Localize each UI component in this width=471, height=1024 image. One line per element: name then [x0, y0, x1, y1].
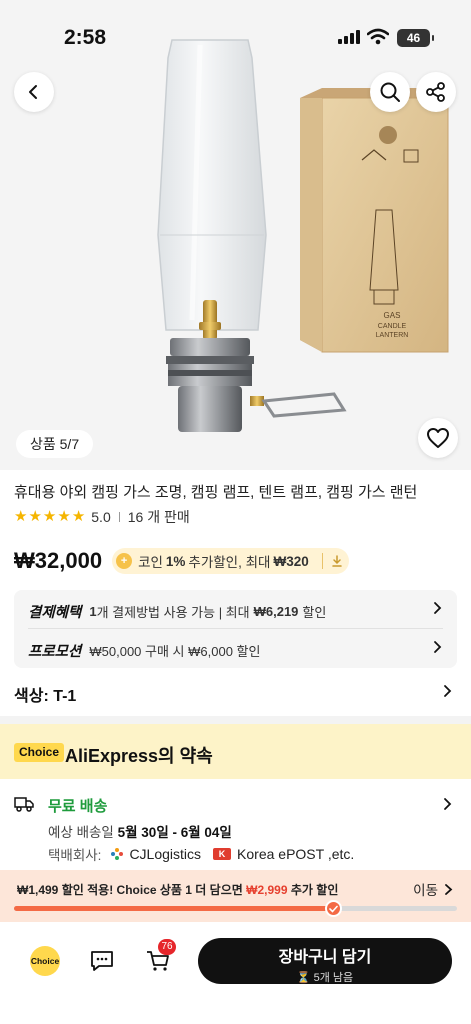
promo-go-label: 이동	[413, 883, 438, 898]
promo-progress-bar[interactable]: ₩1,499 할인 적용! Choice 상품 1 더 담으면 ₩2,999 추…	[0, 870, 471, 922]
promo-condition: Choice 상품 1 더 담으면	[116, 883, 243, 897]
status-bar: 2:58 46	[0, 0, 471, 70]
promo-progress-fill	[14, 906, 333, 911]
rating-value: 5.0	[91, 509, 111, 525]
choice-button[interactable]: Choice	[30, 946, 60, 976]
price: ₩32,000	[14, 548, 103, 573]
payment-benefit-tag: 결제혜택	[28, 605, 82, 621]
stock-remaining: ⏳ 5개 남음	[296, 972, 354, 984]
eta-range: 5월 30일 - 6월 04일	[117, 825, 232, 840]
cj-logo-icon	[111, 848, 124, 860]
choice-badge: Choice	[14, 743, 65, 762]
cellular-signal-icon	[338, 30, 360, 44]
wifi-icon	[367, 28, 389, 45]
eta-label: 예상 배송일	[48, 825, 114, 840]
check-icon	[324, 900, 342, 917]
carrier-2: Korea ePOST ,etc.	[237, 846, 355, 862]
rating-stars: ★ ★ ★ ★ ★	[14, 509, 85, 525]
promo-extra-amount: ₩2,999	[246, 883, 288, 897]
status-time: 2:58	[64, 26, 107, 49]
chevron-right-icon	[444, 798, 452, 810]
coin-percent: 1%	[165, 553, 186, 569]
promotion-tag: 프로모션	[28, 644, 82, 660]
promo-amount: ₩1,499	[17, 883, 59, 897]
add-to-cart-button[interactable]: 장바구니 담기 ⏳ 5개 남음	[198, 938, 452, 984]
chevron-right-icon	[434, 602, 442, 614]
coin-prefix: 코인	[138, 555, 163, 570]
product-title: 휴대용 야외 캠핑 가스 조명, 캠핑 램프, 텐트 램프, 캠핑 가스 랜턴	[14, 484, 418, 501]
battery-icon: 46	[397, 29, 434, 47]
coin-mid: 추가할인, 최대	[188, 555, 271, 570]
variant-label: 색상: T-1	[14, 688, 77, 705]
star-icon: ★	[28, 508, 42, 525]
divider	[118, 512, 120, 522]
shipping-title: 무료 배송	[48, 798, 108, 815]
promotion-row[interactable]: 프로모션 ₩50,000 구매 시 ₩6,000 할인	[28, 640, 443, 661]
svg-text:LANTERN: LANTERN	[376, 332, 409, 339]
download-icon	[331, 555, 342, 567]
promo-text: ₩1,499 할인 적용! Choice 상품 1 더 담으면 ₩2,999 추…	[17, 881, 338, 898]
benefits-box: 결제혜택 1 개 결제방법 사용 가능 | 최대 ₩6,219 할인 프로모션 …	[14, 590, 457, 668]
divider	[321, 553, 323, 569]
heart-icon	[427, 428, 449, 448]
carrier-row: 택배회사: CJLogistics K Korea ePOST ,etc.	[48, 844, 354, 864]
share-button[interactable]	[416, 72, 456, 112]
star-icon: ★	[42, 508, 57, 525]
promo-extra-label: 추가 할인	[290, 883, 339, 897]
star-icon: ★	[14, 508, 28, 525]
promo-go-button[interactable]: 이동	[413, 879, 453, 899]
shipping-eta: 예상 배송일 5월 30일 - 6월 04일	[48, 821, 232, 841]
truck-icon	[14, 797, 34, 812]
search-button[interactable]	[370, 72, 410, 112]
carrier-label: 택배회사:	[48, 848, 102, 863]
carrier-1: CJLogistics	[129, 846, 202, 862]
cart-count-badge: 76	[158, 939, 176, 955]
divider	[28, 628, 443, 629]
add-to-cart-label: 장바구니 담기	[278, 949, 372, 966]
svg-text:CANDLE: CANDLE	[378, 323, 407, 330]
coin-max: ₩320	[273, 553, 309, 569]
promo-progress-track	[14, 900, 457, 917]
rating-row[interactable]: ★ ★ ★ ★ ★ 5.0 16 개 판매	[14, 507, 190, 527]
variant-selector[interactable]: 색상: T-1	[14, 682, 457, 706]
choice-title: AliExpress의 약속	[65, 746, 213, 766]
search-icon	[380, 82, 400, 102]
coin-icon: +	[116, 553, 133, 569]
bottom-action-bar: Choice 76 장바구니 담기 ⏳ 5개 남음	[0, 922, 471, 1024]
promotion-text: ₩50,000 구매 시 ₩6,000 할인	[89, 644, 261, 659]
payment-count: 1	[89, 604, 97, 619]
chat-icon[interactable]	[90, 950, 114, 972]
wishlist-button[interactable]	[418, 418, 458, 458]
chevron-right-icon	[434, 641, 442, 653]
image-counter: 상품 5/7	[16, 430, 94, 458]
payment-suffix: 할인	[302, 605, 327, 620]
chevron-right-icon	[444, 685, 452, 697]
product-image: GAS CANDLE LANTERN	[157, 39, 449, 432]
korea-post-logo-icon: K	[213, 848, 232, 860]
product-gallery[interactable]: GAS CANDLE LANTERN 상품 5/7	[0, 0, 471, 470]
star-icon: ★	[57, 508, 71, 525]
star-icon: ★	[71, 508, 86, 525]
sold-count: 16 개 판매	[127, 509, 190, 525]
back-button[interactable]	[14, 72, 54, 112]
payment-benefit-row[interactable]: 결제혜택 1 개 결제방법 사용 가능 | 최대 ₩6,219 할인	[28, 601, 443, 622]
chevron-left-icon	[29, 85, 37, 99]
payment-max: ₩6,219	[253, 604, 299, 619]
promo-applied: 할인 적용!	[61, 883, 114, 897]
svg-text:GAS: GAS	[384, 311, 401, 320]
share-icon	[426, 82, 445, 102]
choice-banner[interactable]: Choice AliExpress의 약속	[0, 724, 471, 779]
price-row: ₩32,000 + 코인 1% 추가할인, 최대 ₩320	[14, 548, 349, 574]
chevron-right-icon	[445, 883, 453, 895]
section-gap	[0, 716, 471, 724]
payment-text: 개 결제방법 사용 가능 | 최대	[96, 605, 250, 620]
coin-discount-pill[interactable]: + 코인 1% 추가할인, 최대 ₩320	[112, 548, 349, 574]
